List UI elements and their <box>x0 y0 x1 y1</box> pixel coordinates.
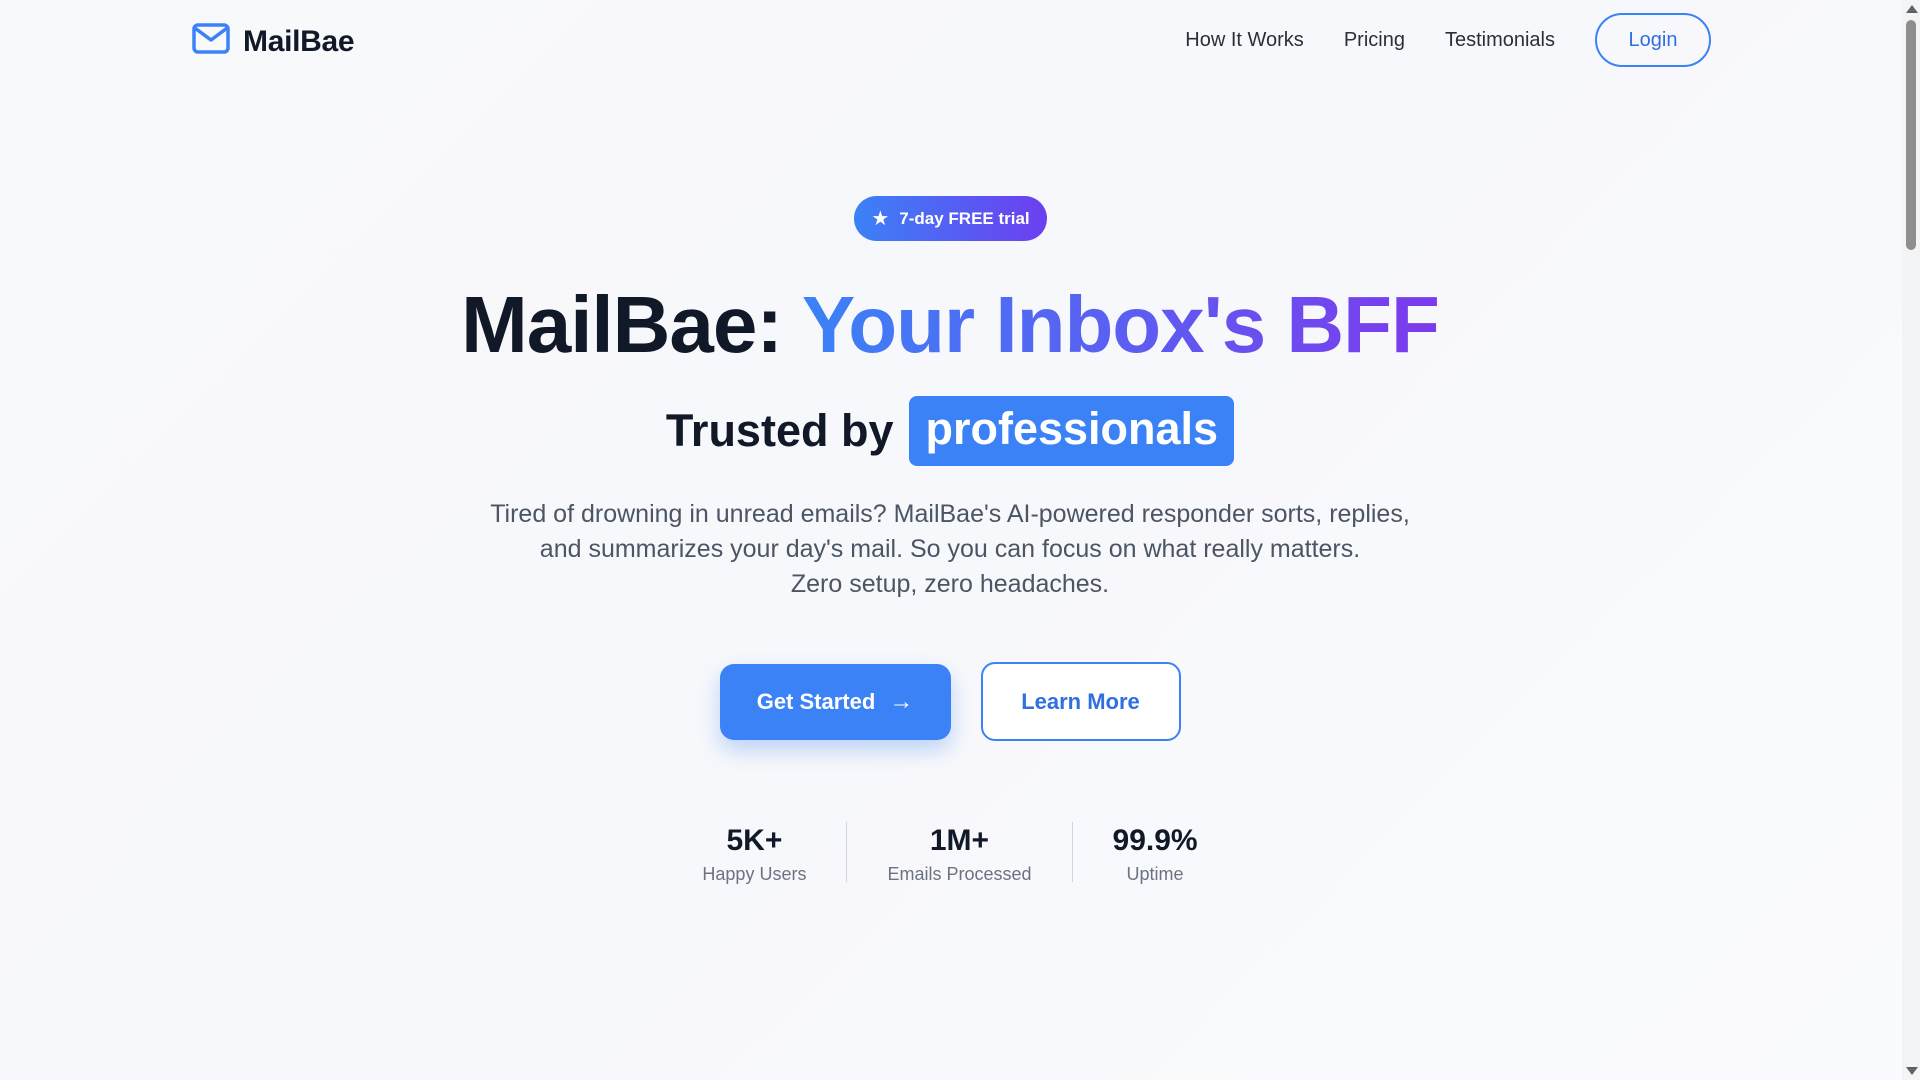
badge-label: 7-day FREE trial <box>899 208 1030 228</box>
trusted-by: Trusted by professionals <box>0 396 1900 466</box>
stat-emails-processed: 1M+ Emails Processed <box>847 820 1071 885</box>
scroll-down-icon[interactable] <box>1906 1067 1918 1075</box>
description-line: and summarizes your day's mail. So you c… <box>539 535 1361 563</box>
brand-logo[interactable]: MailBae <box>192 22 355 61</box>
stat-value: 1M+ <box>929 824 990 857</box>
login-button[interactable]: Login <box>1595 13 1711 67</box>
navbar: MailBae How It Works Pricing Testimonial… <box>0 0 1900 82</box>
arrow-right-icon: → <box>889 687 914 715</box>
stat-label: Uptime <box>1126 864 1184 884</box>
brand-name: MailBae <box>243 24 355 58</box>
description-line: Zero setup, zero headaches. <box>790 570 1110 598</box>
learn-more-button[interactable]: Learn More <box>980 662 1181 741</box>
description-line: Tired of drowning in unread emails? Mail… <box>490 500 1410 528</box>
trusted-highlight: professionals <box>909 396 1235 466</box>
hero-description: Tired of drowning in unread emails? Mail… <box>0 497 1900 602</box>
stat-value: 5K+ <box>726 824 783 857</box>
scroll-up-icon[interactable] <box>1906 5 1918 13</box>
stat-happy-users: 5K+ Happy Users <box>662 820 846 885</box>
headline-tagline: Your Inbox's BFF <box>801 280 1440 369</box>
vertical-scrollbar[interactable] <box>1902 0 1920 1080</box>
scrollbar-thumb[interactable] <box>1906 20 1916 250</box>
cta-group: Get Started → Learn More <box>0 662 1900 741</box>
get-started-button[interactable]: Get Started → <box>719 663 951 740</box>
hero-headline: MailBae: Your Inbox's BFF <box>0 278 1900 372</box>
free-trial-badge: ★ 7-day FREE trial <box>854 196 1047 241</box>
stat-label: Happy Users <box>702 864 807 884</box>
stat-value: 99.9% <box>1112 824 1198 857</box>
nav-link-testimonials[interactable]: Testimonials <box>1445 29 1555 52</box>
nav-link-how-it-works[interactable]: How It Works <box>1185 29 1304 52</box>
mail-icon <box>192 22 230 61</box>
nav-link-pricing[interactable]: Pricing <box>1344 29 1405 52</box>
headline-brand: MailBae: <box>461 280 783 369</box>
nav-links: How It Works Pricing Testimonials Login <box>1185 13 1711 67</box>
star-icon: ★ <box>871 207 890 230</box>
stats-row: 5K+ Happy Users 1M+ Emails Processed 99.… <box>0 820 1900 885</box>
trusted-lead: Trusted by <box>665 405 894 456</box>
stat-uptime: 99.9% Uptime <box>1073 820 1238 885</box>
stat-label: Emails Processed <box>887 864 1032 884</box>
get-started-label: Get Started <box>756 688 876 714</box>
